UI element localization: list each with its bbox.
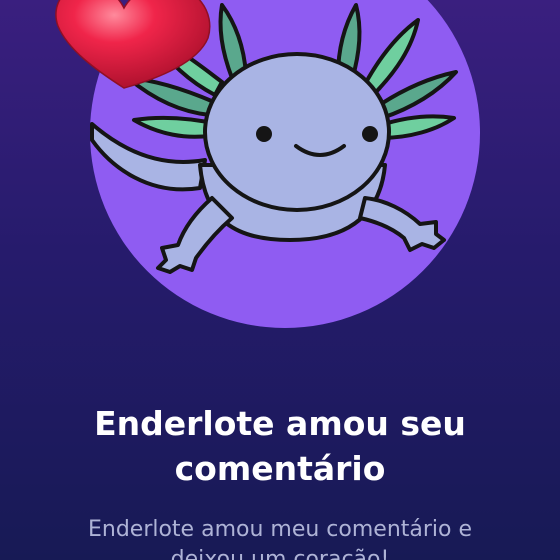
notification-title: Enderlote amou seu comentário bbox=[0, 401, 560, 491]
notification-subtitle: Enderlote amou meu comentário e deixou u… bbox=[0, 515, 560, 560]
title-line-2: comentário bbox=[174, 449, 386, 488]
title-line-1: Enderlote amou seu bbox=[94, 404, 466, 443]
avatar-illustration bbox=[55, 0, 480, 328]
subtitle-line-1: Enderlote amou meu comentário e bbox=[87, 517, 473, 542]
subtitle-line-2: deixou um coração! bbox=[170, 547, 390, 560]
